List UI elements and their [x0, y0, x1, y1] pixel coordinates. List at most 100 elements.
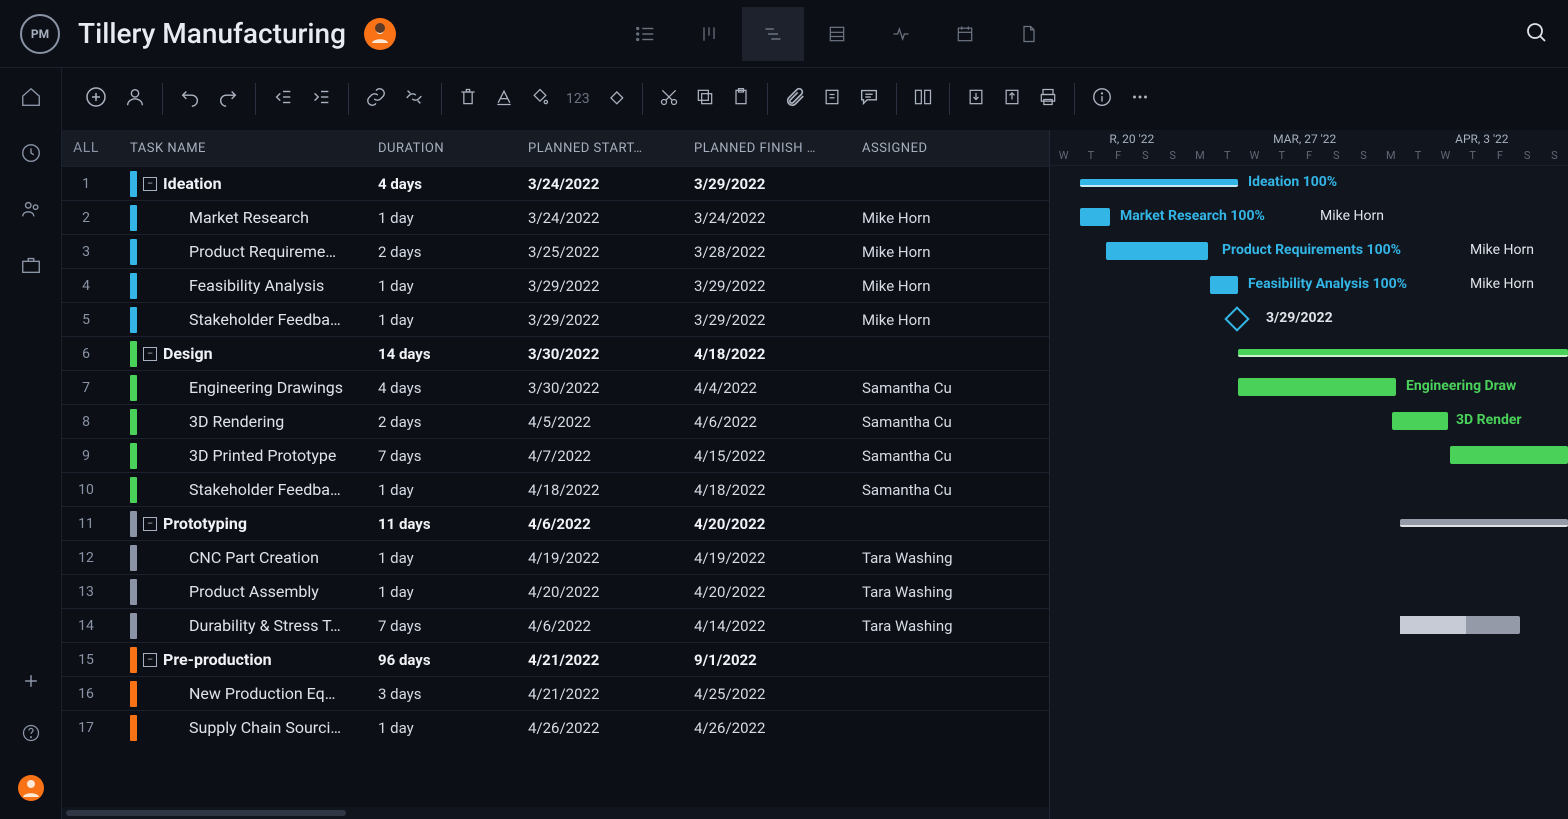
table-row[interactable]: 11−Prototyping11 days4/6/20224/20/2022 [62, 506, 1049, 540]
table-row[interactable]: 93D Printed Prototype7 days4/7/20224/15/… [62, 438, 1049, 472]
gantt-bar[interactable] [1106, 242, 1208, 260]
gantt-bar[interactable] [1400, 616, 1520, 634]
table-row[interactable]: 15−Pre-production96 days4/21/20229/1/202… [62, 642, 1049, 676]
gantt-row [1050, 472, 1568, 506]
gantt-bar[interactable] [1400, 519, 1568, 527]
gantt-bar[interactable] [1450, 446, 1568, 464]
table-row[interactable]: 2Market Research1 day3/24/20223/24/2022M… [62, 200, 1049, 234]
table-row[interactable]: 13Product Assembly1 day4/20/20224/20/202… [62, 574, 1049, 608]
paste-icon[interactable] [731, 87, 751, 111]
columns-icon[interactable] [913, 87, 933, 111]
calendar-view-tab[interactable] [934, 7, 996, 61]
collapse-icon[interactable]: − [143, 347, 157, 361]
team-icon[interactable] [20, 198, 42, 224]
separator [441, 83, 442, 115]
info-icon[interactable] [1091, 86, 1113, 112]
col-start[interactable]: PLANNED START… [528, 141, 694, 156]
search-icon[interactable] [1524, 20, 1548, 48]
list-view-tab[interactable] [614, 7, 676, 61]
font-icon[interactable] [494, 87, 514, 111]
table-row[interactable]: 12CNC Part Creation1 day4/19/20224/19/20… [62, 540, 1049, 574]
gantt-view-tab[interactable] [742, 7, 804, 61]
undo-icon[interactable] [179, 86, 201, 112]
bar-assignee: Mike Horn [1470, 242, 1534, 258]
table-row[interactable]: 17Supply Chain Sourci…1 day4/26/20224/26… [62, 710, 1049, 744]
table-row[interactable]: 83D Rendering2 days4/5/20224/6/2022Saman… [62, 404, 1049, 438]
import-icon[interactable] [966, 87, 986, 111]
table-row[interactable]: 10Stakeholder Feedba…1 day4/18/20224/18/… [62, 472, 1049, 506]
bar-label: Engineering Draw [1406, 378, 1516, 394]
add-icon[interactable] [21, 671, 41, 695]
sheet-view-tab[interactable] [806, 7, 868, 61]
timeline-header: R, 20 '22MAR, 27 '22APR, 3 '22 WTFSSMTWT… [1050, 130, 1568, 166]
link-icon[interactable] [365, 86, 387, 112]
help-icon[interactable] [21, 723, 41, 747]
table-row[interactable]: 16New Production Eq…3 days4/21/20224/25/… [62, 676, 1049, 710]
col-asg[interactable]: ASSIGNED [862, 141, 1049, 156]
task-grid: ALL TASK NAME DURATION PLANNED START… PL… [62, 130, 1050, 819]
bar-label: Ideation 100% [1248, 174, 1337, 190]
col-all[interactable]: ALL [62, 140, 110, 156]
cut-icon[interactable] [659, 87, 679, 111]
gantt-row: Feasibility Analysis 100%Mike Horn [1050, 268, 1568, 302]
table-row[interactable]: 5Stakeholder Feedba…1 day3/29/20223/29/2… [62, 302, 1049, 336]
milestone-diamond[interactable] [1224, 306, 1249, 331]
bar-label: Product Requirements 100% [1222, 242, 1401, 258]
clock-icon[interactable] [20, 142, 42, 168]
file-view-tab[interactable] [998, 7, 1060, 61]
table-row[interactable]: 1−Ideation4 days3/24/20223/29/2022 [62, 166, 1049, 200]
separator [896, 83, 897, 115]
gantt-bar[interactable] [1210, 276, 1238, 294]
home-icon[interactable] [20, 86, 42, 112]
col-name[interactable]: TASK NAME [110, 141, 378, 156]
add-task-icon[interactable] [84, 85, 108, 113]
rail-avatar[interactable] [18, 775, 44, 801]
gantt-row: Engineering Draw [1050, 370, 1568, 404]
table-row[interactable]: 4Feasibility Analysis1 day3/29/20223/29/… [62, 268, 1049, 302]
gantt-bar[interactable] [1238, 378, 1396, 396]
gantt-bar[interactable] [1080, 208, 1110, 226]
attachment-icon[interactable] [784, 86, 806, 112]
table-row[interactable]: 6−Design14 days3/30/20224/18/2022 [62, 336, 1049, 370]
separator [949, 83, 950, 115]
gantt-row [1050, 336, 1568, 370]
briefcase-icon[interactable] [20, 254, 42, 280]
bar-label: Feasibility Analysis 100% [1248, 276, 1407, 292]
activity-view-tab[interactable] [870, 7, 932, 61]
print-icon[interactable] [1038, 87, 1058, 111]
gantt-bar[interactable] [1080, 179, 1238, 187]
gantt-chart[interactable]: R, 20 '22MAR, 27 '22APR, 3 '22 WTFSSMTWT… [1050, 130, 1568, 819]
copy-icon[interactable] [695, 87, 715, 111]
fill-icon[interactable] [530, 87, 550, 111]
bar-label: 3D Render [1456, 412, 1522, 428]
topbar: PM Tillery Manufacturing [0, 0, 1568, 68]
table-row[interactable]: 14Durability & Stress T…7 days4/6/20224/… [62, 608, 1049, 642]
table-row[interactable]: 7Engineering Drawings4 days3/30/20224/4/… [62, 370, 1049, 404]
delete-icon[interactable] [458, 87, 478, 111]
export-icon[interactable] [1002, 87, 1022, 111]
notes-icon[interactable] [822, 87, 842, 111]
comment-icon[interactable] [858, 86, 880, 112]
user-avatar[interactable] [364, 18, 396, 50]
more-icon[interactable] [1129, 86, 1151, 112]
gantt-row [1050, 438, 1568, 472]
gantt-bar[interactable] [1392, 412, 1448, 430]
app-logo[interactable]: PM [20, 14, 60, 54]
grid-scrollbar[interactable] [62, 807, 1049, 819]
indent-icon[interactable] [310, 86, 332, 112]
board-view-tab[interactable] [678, 7, 740, 61]
redo-icon[interactable] [217, 86, 239, 112]
assign-icon[interactable] [124, 86, 146, 112]
col-fin[interactable]: PLANNED FINISH … [694, 141, 862, 156]
collapse-icon[interactable]: − [143, 177, 157, 191]
milestone-icon[interactable] [606, 87, 626, 111]
gantt-row [1050, 608, 1568, 642]
unlink-icon[interactable] [403, 86, 425, 112]
table-row[interactable]: 3Product Requireme…2 days3/25/20223/28/2… [62, 234, 1049, 268]
collapse-icon[interactable]: − [143, 653, 157, 667]
collapse-icon[interactable]: − [143, 517, 157, 531]
separator [255, 83, 256, 115]
gantt-bar[interactable] [1238, 349, 1568, 357]
outdent-icon[interactable] [272, 86, 294, 112]
col-dur[interactable]: DURATION [378, 141, 528, 156]
